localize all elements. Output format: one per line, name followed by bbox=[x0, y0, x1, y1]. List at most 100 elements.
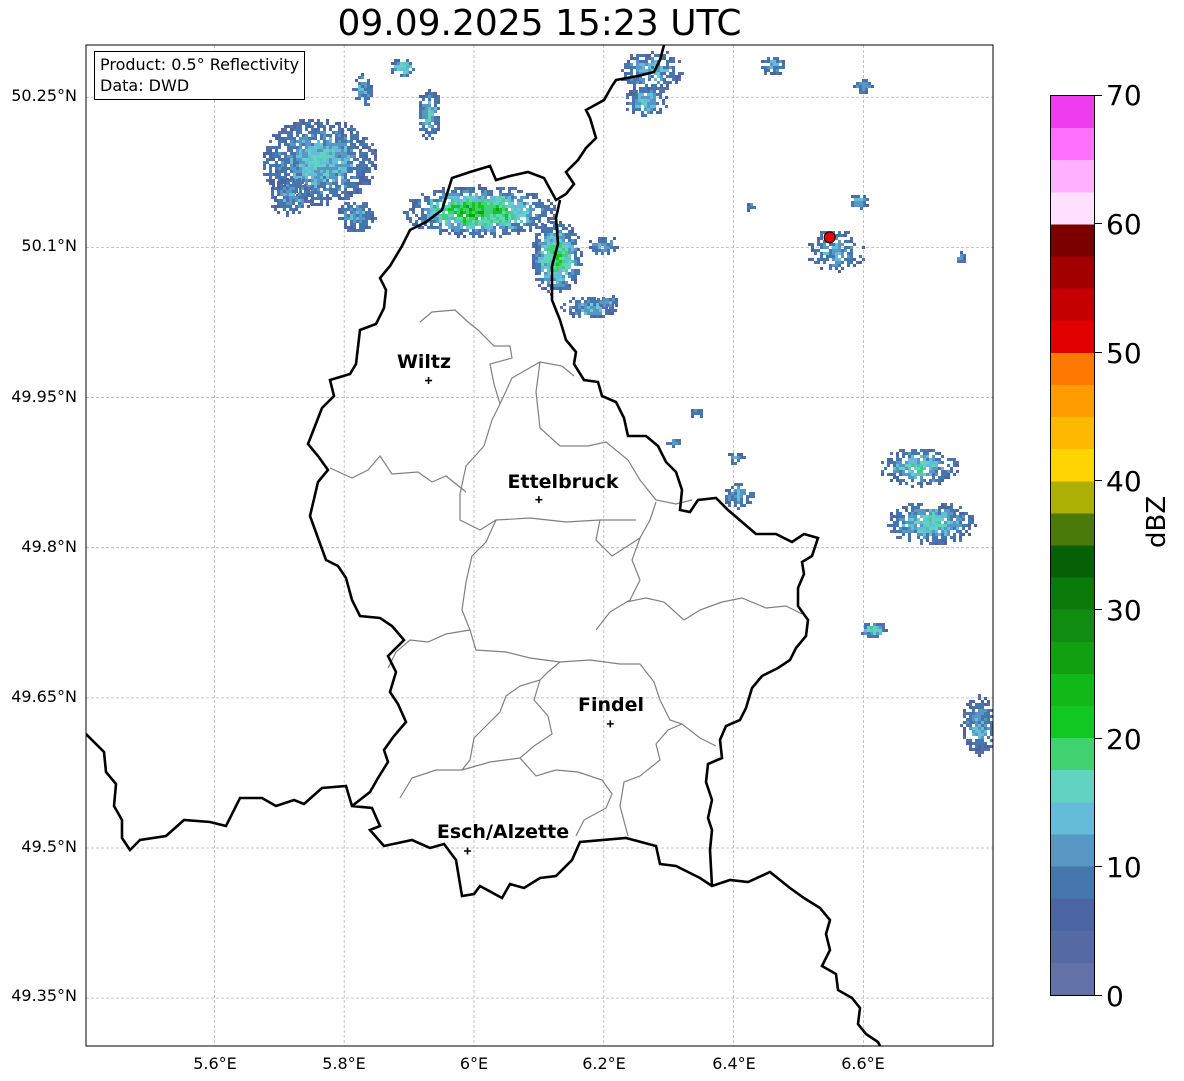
echo-pixel bbox=[460, 214, 463, 217]
echo-pixel bbox=[941, 533, 944, 536]
echo-pixel bbox=[550, 211, 553, 214]
echo-pixel bbox=[598, 246, 601, 249]
echo-pixel bbox=[857, 204, 860, 207]
echo-pixel bbox=[299, 173, 302, 176]
echo-pixel bbox=[335, 122, 338, 125]
echo-pixel bbox=[908, 530, 911, 533]
echo-pixel bbox=[975, 742, 978, 745]
echo-pixel bbox=[835, 243, 838, 246]
echo-pixel bbox=[627, 81, 630, 84]
echo-pixel bbox=[326, 188, 329, 191]
echo-pixel bbox=[359, 211, 362, 214]
echo-pixel bbox=[496, 223, 499, 226]
echo-pixel bbox=[648, 75, 651, 78]
echo-pixel bbox=[899, 449, 902, 452]
echo-pixel bbox=[737, 486, 740, 489]
echo-pixel bbox=[654, 78, 657, 81]
echo-pixel bbox=[466, 196, 469, 199]
echo-pixel bbox=[753, 206, 756, 209]
echo-pixel bbox=[669, 66, 672, 69]
echo-pixel bbox=[854, 198, 857, 201]
echo-pixel bbox=[838, 243, 841, 246]
echo-pixel bbox=[725, 501, 728, 504]
echo-pixel bbox=[487, 193, 490, 196]
echo-pixel bbox=[938, 506, 941, 509]
echo-pixel bbox=[893, 530, 896, 533]
echo-pixel bbox=[431, 116, 434, 119]
echo-pixel bbox=[544, 260, 547, 263]
echo-pixel bbox=[344, 146, 347, 149]
echo-pixel bbox=[935, 464, 938, 467]
echo-pixel bbox=[266, 146, 269, 149]
echo-pixel bbox=[350, 185, 353, 188]
echo-pixel bbox=[963, 712, 966, 715]
echo-pixel bbox=[287, 155, 290, 158]
echo-pixel bbox=[981, 745, 984, 748]
echo-pixel bbox=[434, 116, 437, 119]
echo-pixel bbox=[469, 220, 472, 223]
echo-pixel bbox=[280, 181, 283, 184]
echo-pixel bbox=[559, 236, 562, 239]
echo-pixel bbox=[750, 206, 753, 209]
echo-pixel bbox=[947, 473, 950, 476]
echo-pixel bbox=[538, 284, 541, 287]
echo-pixel bbox=[475, 223, 478, 226]
echo-pixel bbox=[593, 300, 596, 303]
echo-pixel bbox=[311, 155, 314, 158]
echo-pixel bbox=[514, 226, 517, 229]
echo-pixel bbox=[496, 211, 499, 214]
echo-pixel bbox=[917, 527, 920, 530]
echo-pixel bbox=[981, 733, 984, 736]
echo-pixel bbox=[364, 88, 367, 91]
echo-pixel bbox=[547, 281, 550, 284]
echo-pixel bbox=[350, 229, 353, 232]
echo-pixel bbox=[475, 214, 478, 217]
echo-pixel bbox=[653, 93, 656, 96]
echo-pixel bbox=[553, 236, 556, 239]
echo-pixel bbox=[896, 461, 899, 464]
echo-pixel bbox=[568, 254, 571, 257]
echo-pixel bbox=[451, 208, 454, 211]
echo-pixel bbox=[984, 742, 987, 745]
echo-pixel bbox=[332, 167, 335, 170]
echo-pixel bbox=[299, 125, 302, 128]
echo-pixel bbox=[344, 161, 347, 164]
echo-pixel bbox=[761, 66, 764, 69]
echo-pixel bbox=[274, 187, 277, 190]
echo-pixel bbox=[978, 712, 981, 715]
echo-pixel bbox=[553, 275, 556, 278]
echo-pixel bbox=[935, 458, 938, 461]
echo-pixel bbox=[935, 542, 938, 545]
echo-pixel bbox=[923, 518, 926, 521]
echo-pixel bbox=[544, 257, 547, 260]
echo-pixel bbox=[508, 196, 511, 199]
echo-pixel bbox=[935, 512, 938, 515]
source-label: Data: DWD bbox=[100, 76, 190, 95]
echo-pixel bbox=[559, 230, 562, 233]
echo-pixel bbox=[963, 254, 966, 257]
echo-pixel bbox=[292, 211, 295, 214]
echo-pixel bbox=[419, 122, 422, 125]
echo-pixel bbox=[472, 217, 475, 220]
echo-pixel bbox=[920, 539, 923, 542]
echo-pixel bbox=[752, 495, 755, 498]
echo-pixel bbox=[626, 102, 629, 105]
echo-pixel bbox=[882, 629, 885, 632]
echo-pixel bbox=[580, 251, 583, 254]
echo-pixel bbox=[475, 232, 478, 235]
echo-pixel bbox=[284, 137, 287, 140]
echo-pixel bbox=[911, 503, 914, 506]
echo-pixel bbox=[932, 449, 935, 452]
echo-pixel bbox=[359, 149, 362, 152]
echo-pixel bbox=[508, 211, 511, 214]
echo-pixel bbox=[865, 85, 868, 88]
echo-pixel bbox=[873, 623, 876, 626]
echo-pixel bbox=[978, 721, 981, 724]
echo-pixel bbox=[562, 257, 565, 260]
echo-pixel bbox=[632, 93, 635, 96]
echo-pixel bbox=[283, 196, 286, 199]
echo-pixel bbox=[538, 202, 541, 205]
echo-pixel bbox=[308, 170, 311, 173]
echo-pixel bbox=[341, 137, 344, 140]
echo-pixel bbox=[604, 243, 607, 246]
